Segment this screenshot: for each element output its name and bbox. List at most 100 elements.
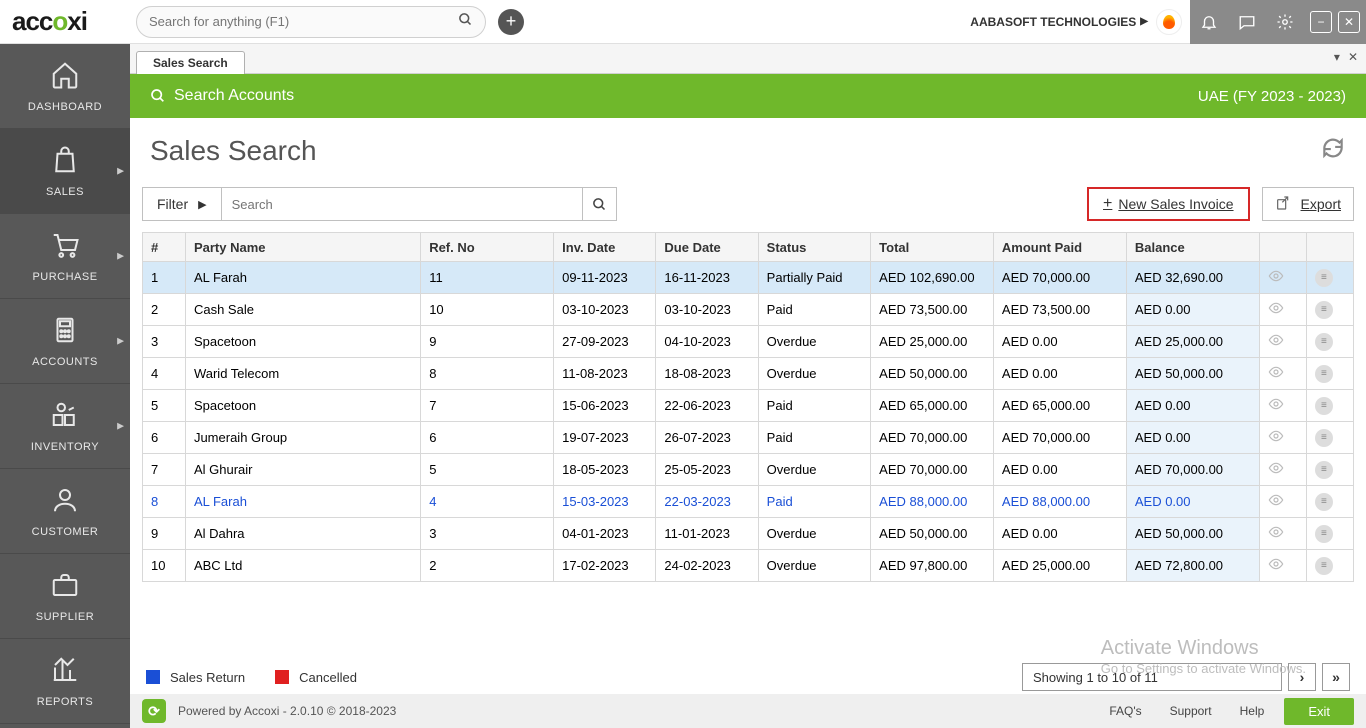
cell-party: Warid Telecom (185, 358, 420, 390)
nav-purchase[interactable]: PURCHASE ▶ (0, 214, 130, 299)
col-index[interactable]: # (143, 233, 186, 262)
nav-supplier[interactable]: SUPPLIER (0, 554, 130, 639)
menu-icon[interactable]: ≡ (1315, 525, 1333, 543)
eye-icon[interactable] (1268, 527, 1284, 543)
footer-faq-link[interactable]: FAQ's (1109, 704, 1141, 718)
header-bar: Search Accounts UAE (FY 2023 - 2023) (130, 74, 1366, 118)
cell-menu[interactable]: ≡ (1306, 518, 1353, 550)
menu-icon[interactable]: ≡ (1315, 333, 1333, 351)
tab-sales-search[interactable]: Sales Search (136, 51, 245, 74)
home-icon (50, 60, 80, 97)
table-row[interactable]: 5Spacetoon715-06-202322-06-2023PaidAED 6… (143, 390, 1354, 422)
menu-icon[interactable]: ≡ (1315, 557, 1333, 575)
footer-help-link[interactable]: Help (1240, 704, 1265, 718)
nav-customer[interactable]: CUSTOMER (0, 469, 130, 554)
eye-icon[interactable] (1268, 367, 1284, 383)
eye-icon[interactable] (1268, 399, 1284, 415)
refresh-icon[interactable] (1320, 135, 1346, 167)
cell-view[interactable] (1259, 262, 1306, 294)
close-button[interactable]: ✕ (1338, 11, 1360, 33)
table-row[interactable]: 2Cash Sale1003-10-202303-10-2023PaidAED … (143, 294, 1354, 326)
nav-sales[interactable]: SALES ▶ (0, 129, 130, 214)
cell-ref: 4 (421, 486, 554, 518)
table-row[interactable]: 3Spacetoon927-09-202304-10-2023OverdueAE… (143, 326, 1354, 358)
global-search[interactable] (136, 6, 486, 38)
table-row[interactable]: 7Al Ghurair518-05-202325-05-2023OverdueA… (143, 454, 1354, 486)
eye-icon[interactable] (1268, 431, 1284, 447)
col-view (1259, 233, 1306, 262)
eye-icon[interactable] (1268, 303, 1284, 319)
export-button[interactable]: Export (1262, 187, 1354, 221)
col-balance[interactable]: Balance (1126, 233, 1259, 262)
cell-view[interactable] (1259, 518, 1306, 550)
cell-menu[interactable]: ≡ (1306, 326, 1353, 358)
table-row[interactable]: 1AL Farah1109-11-202316-11-2023Partially… (143, 262, 1354, 294)
filter-button[interactable]: Filter ▶ (143, 188, 222, 220)
eye-icon[interactable] (1268, 271, 1284, 287)
cell-menu[interactable]: ≡ (1306, 422, 1353, 454)
minimize-button[interactable]: − (1310, 11, 1332, 33)
cell-menu[interactable]: ≡ (1306, 454, 1353, 486)
footer-support-link[interactable]: Support (1170, 704, 1212, 718)
col-total[interactable]: Total (871, 233, 994, 262)
cell-view[interactable] (1259, 294, 1306, 326)
col-invdate[interactable]: Inv. Date (554, 233, 656, 262)
tab-close-icon[interactable]: ✕ (1348, 50, 1358, 64)
table-row[interactable]: 8AL Farah415-03-202322-03-2023PaidAED 88… (143, 486, 1354, 518)
cell-view[interactable] (1259, 422, 1306, 454)
menu-icon[interactable]: ≡ (1315, 429, 1333, 447)
chat-icon[interactable] (1228, 0, 1266, 44)
cell-menu[interactable]: ≡ (1306, 294, 1353, 326)
table-row[interactable]: 10ABC Ltd217-02-202324-02-2023OverdueAED… (143, 550, 1354, 582)
col-paid[interactable]: Amount Paid (993, 233, 1126, 262)
col-ref[interactable]: Ref. No (421, 233, 554, 262)
table-row[interactable]: 4Warid Telecom811-08-202318-08-2023Overd… (143, 358, 1354, 390)
eye-icon[interactable] (1268, 463, 1284, 479)
menu-icon[interactable]: ≡ (1315, 397, 1333, 415)
flame-icon[interactable] (1156, 9, 1182, 35)
menu-icon[interactable]: ≡ (1315, 365, 1333, 383)
menu-icon[interactable]: ≡ (1315, 301, 1333, 319)
bell-icon[interactable] (1190, 0, 1228, 44)
nav-dashboard[interactable]: DASHBOARD (0, 44, 130, 129)
table-row[interactable]: 9Al Dahra304-01-202311-01-2023OverdueAED… (143, 518, 1354, 550)
tab-dropdown-icon[interactable]: ▾ (1334, 50, 1340, 64)
menu-icon[interactable]: ≡ (1315, 493, 1333, 511)
cell-menu[interactable]: ≡ (1306, 550, 1353, 582)
gear-icon[interactable] (1266, 0, 1304, 44)
cell-index: 10 (143, 550, 186, 582)
exit-button[interactable]: Exit (1284, 698, 1354, 725)
cell-menu[interactable]: ≡ (1306, 390, 1353, 422)
company-selector[interactable]: AABASOFT TECHNOLOGIES ▶ (970, 15, 1148, 29)
nav-reports[interactable]: REPORTS (0, 639, 130, 724)
col-party[interactable]: Party Name (185, 233, 420, 262)
menu-icon[interactable]: ≡ (1315, 269, 1333, 287)
cell-view[interactable] (1259, 390, 1306, 422)
eye-icon[interactable] (1268, 559, 1284, 575)
cell-view[interactable] (1259, 454, 1306, 486)
nav-accounts[interactable]: ACCOUNTS ▶ (0, 299, 130, 384)
filter-search-input[interactable] (222, 188, 582, 220)
new-sales-invoice-button[interactable]: + New Sales Invoice (1087, 187, 1250, 221)
pager-last-button[interactable]: » (1322, 663, 1350, 691)
menu-icon[interactable]: ≡ (1315, 461, 1333, 479)
col-status[interactable]: Status (758, 233, 871, 262)
cell-menu[interactable]: ≡ (1306, 358, 1353, 390)
eye-icon[interactable] (1268, 495, 1284, 511)
global-search-input[interactable] (149, 14, 458, 29)
search-button[interactable] (583, 187, 617, 221)
search-icon[interactable] (458, 12, 473, 31)
add-button[interactable]: + (498, 9, 524, 35)
nav-inventory[interactable]: INVENTORY ▶ (0, 384, 130, 469)
cell-ref: 7 (421, 390, 554, 422)
table-row[interactable]: 6Jumeraih Group619-07-202326-07-2023Paid… (143, 422, 1354, 454)
cell-view[interactable] (1259, 486, 1306, 518)
cell-view[interactable] (1259, 326, 1306, 358)
cell-menu[interactable]: ≡ (1306, 262, 1353, 294)
col-duedate[interactable]: Due Date (656, 233, 758, 262)
eye-icon[interactable] (1268, 335, 1284, 351)
cell-view[interactable] (1259, 550, 1306, 582)
pager-next-button[interactable]: › (1288, 663, 1316, 691)
cell-view[interactable] (1259, 358, 1306, 390)
cell-menu[interactable]: ≡ (1306, 486, 1353, 518)
